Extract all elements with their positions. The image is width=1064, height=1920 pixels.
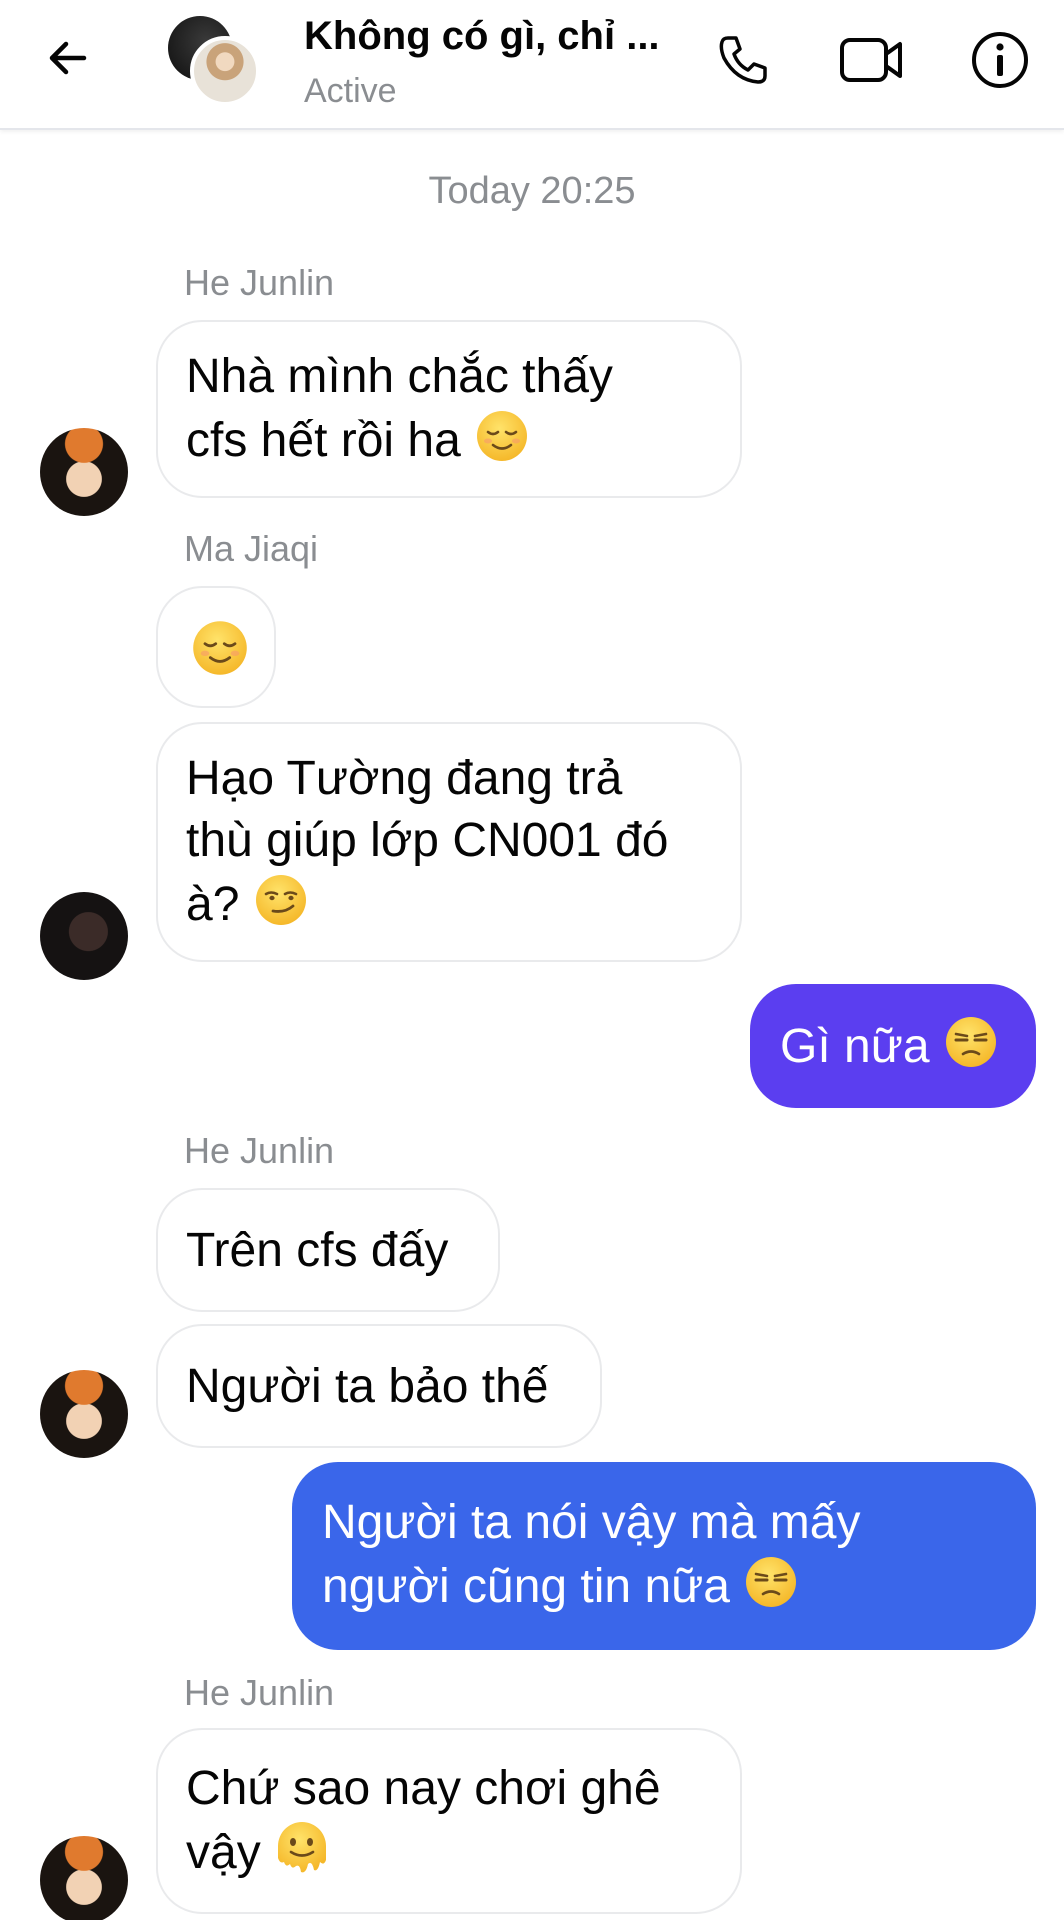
message-text: Nhà mình chắc thấy cfs hết rồi ha <box>186 350 613 467</box>
message-bubble-incoming[interactable] <box>156 586 276 708</box>
melting-face-icon <box>276 1820 328 1874</box>
video-camera-icon <box>840 38 902 82</box>
group-avatar[interactable] <box>168 16 260 106</box>
avatar-he-junlin[interactable] <box>40 428 128 516</box>
relieved-face-icon <box>191 619 249 677</box>
voice-call-button[interactable] <box>706 24 778 96</box>
message-bubble-outgoing[interactable]: Gì nữa <box>750 984 1036 1108</box>
unamused-face-icon <box>744 1555 798 1609</box>
phone-icon <box>719 36 767 84</box>
sender-name: He Junlin <box>184 1672 335 1713</box>
message-text: Chứ sao nay chơi ghê vậy <box>186 1762 661 1879</box>
back-arrow-icon <box>49 41 87 75</box>
unamused-face-icon <box>944 1015 998 1069</box>
avatar-ma-jiaqi[interactable] <box>40 892 128 980</box>
message-text: Người ta bảo thế <box>186 1360 549 1413</box>
message-text: Trên cfs đấy <box>186 1224 449 1277</box>
back-button[interactable] <box>36 26 100 90</box>
relieved-face-icon <box>475 409 529 463</box>
avatar <box>190 36 260 106</box>
smirking-face-icon <box>254 873 308 927</box>
message-bubble-incoming[interactable]: Hạo Tường đang trả thù giúp lớp CN001 đó… <box>156 722 742 962</box>
message-bubble-incoming[interactable]: Nhà mình chắc thấy cfs hết rồi ha <box>156 320 742 498</box>
message-bubble-outgoing[interactable]: Người ta nói vậy mà mấy người cũng tin n… <box>292 1462 1036 1650</box>
message-bubble-incoming[interactable]: Chứ sao nay chơi ghê vậy <box>156 1728 742 1914</box>
video-call-button[interactable] <box>836 24 908 96</box>
message-text: Gì nữa <box>780 1020 930 1073</box>
info-icon <box>972 32 1028 88</box>
sender-name: Ma Jiaqi <box>184 528 319 569</box>
message-timestamp: Today 20:25 <box>428 170 636 212</box>
avatar-he-junlin[interactable] <box>40 1370 128 1458</box>
chat-header: Không có gì, chỉ ... Active <box>0 0 1064 130</box>
sender-name: He Junlin <box>184 262 335 303</box>
avatar-he-junlin[interactable] <box>40 1836 128 1920</box>
message-bubble-incoming[interactable]: Trên cfs đấy <box>156 1188 500 1312</box>
info-button[interactable] <box>964 24 1036 96</box>
sender-name: He Junlin <box>184 1130 335 1171</box>
active-status: Active <box>304 72 397 110</box>
message-bubble-incoming[interactable]: Người ta bảo thế <box>156 1324 602 1448</box>
chat-title[interactable]: Không có gì, chỉ ... <box>304 14 660 59</box>
